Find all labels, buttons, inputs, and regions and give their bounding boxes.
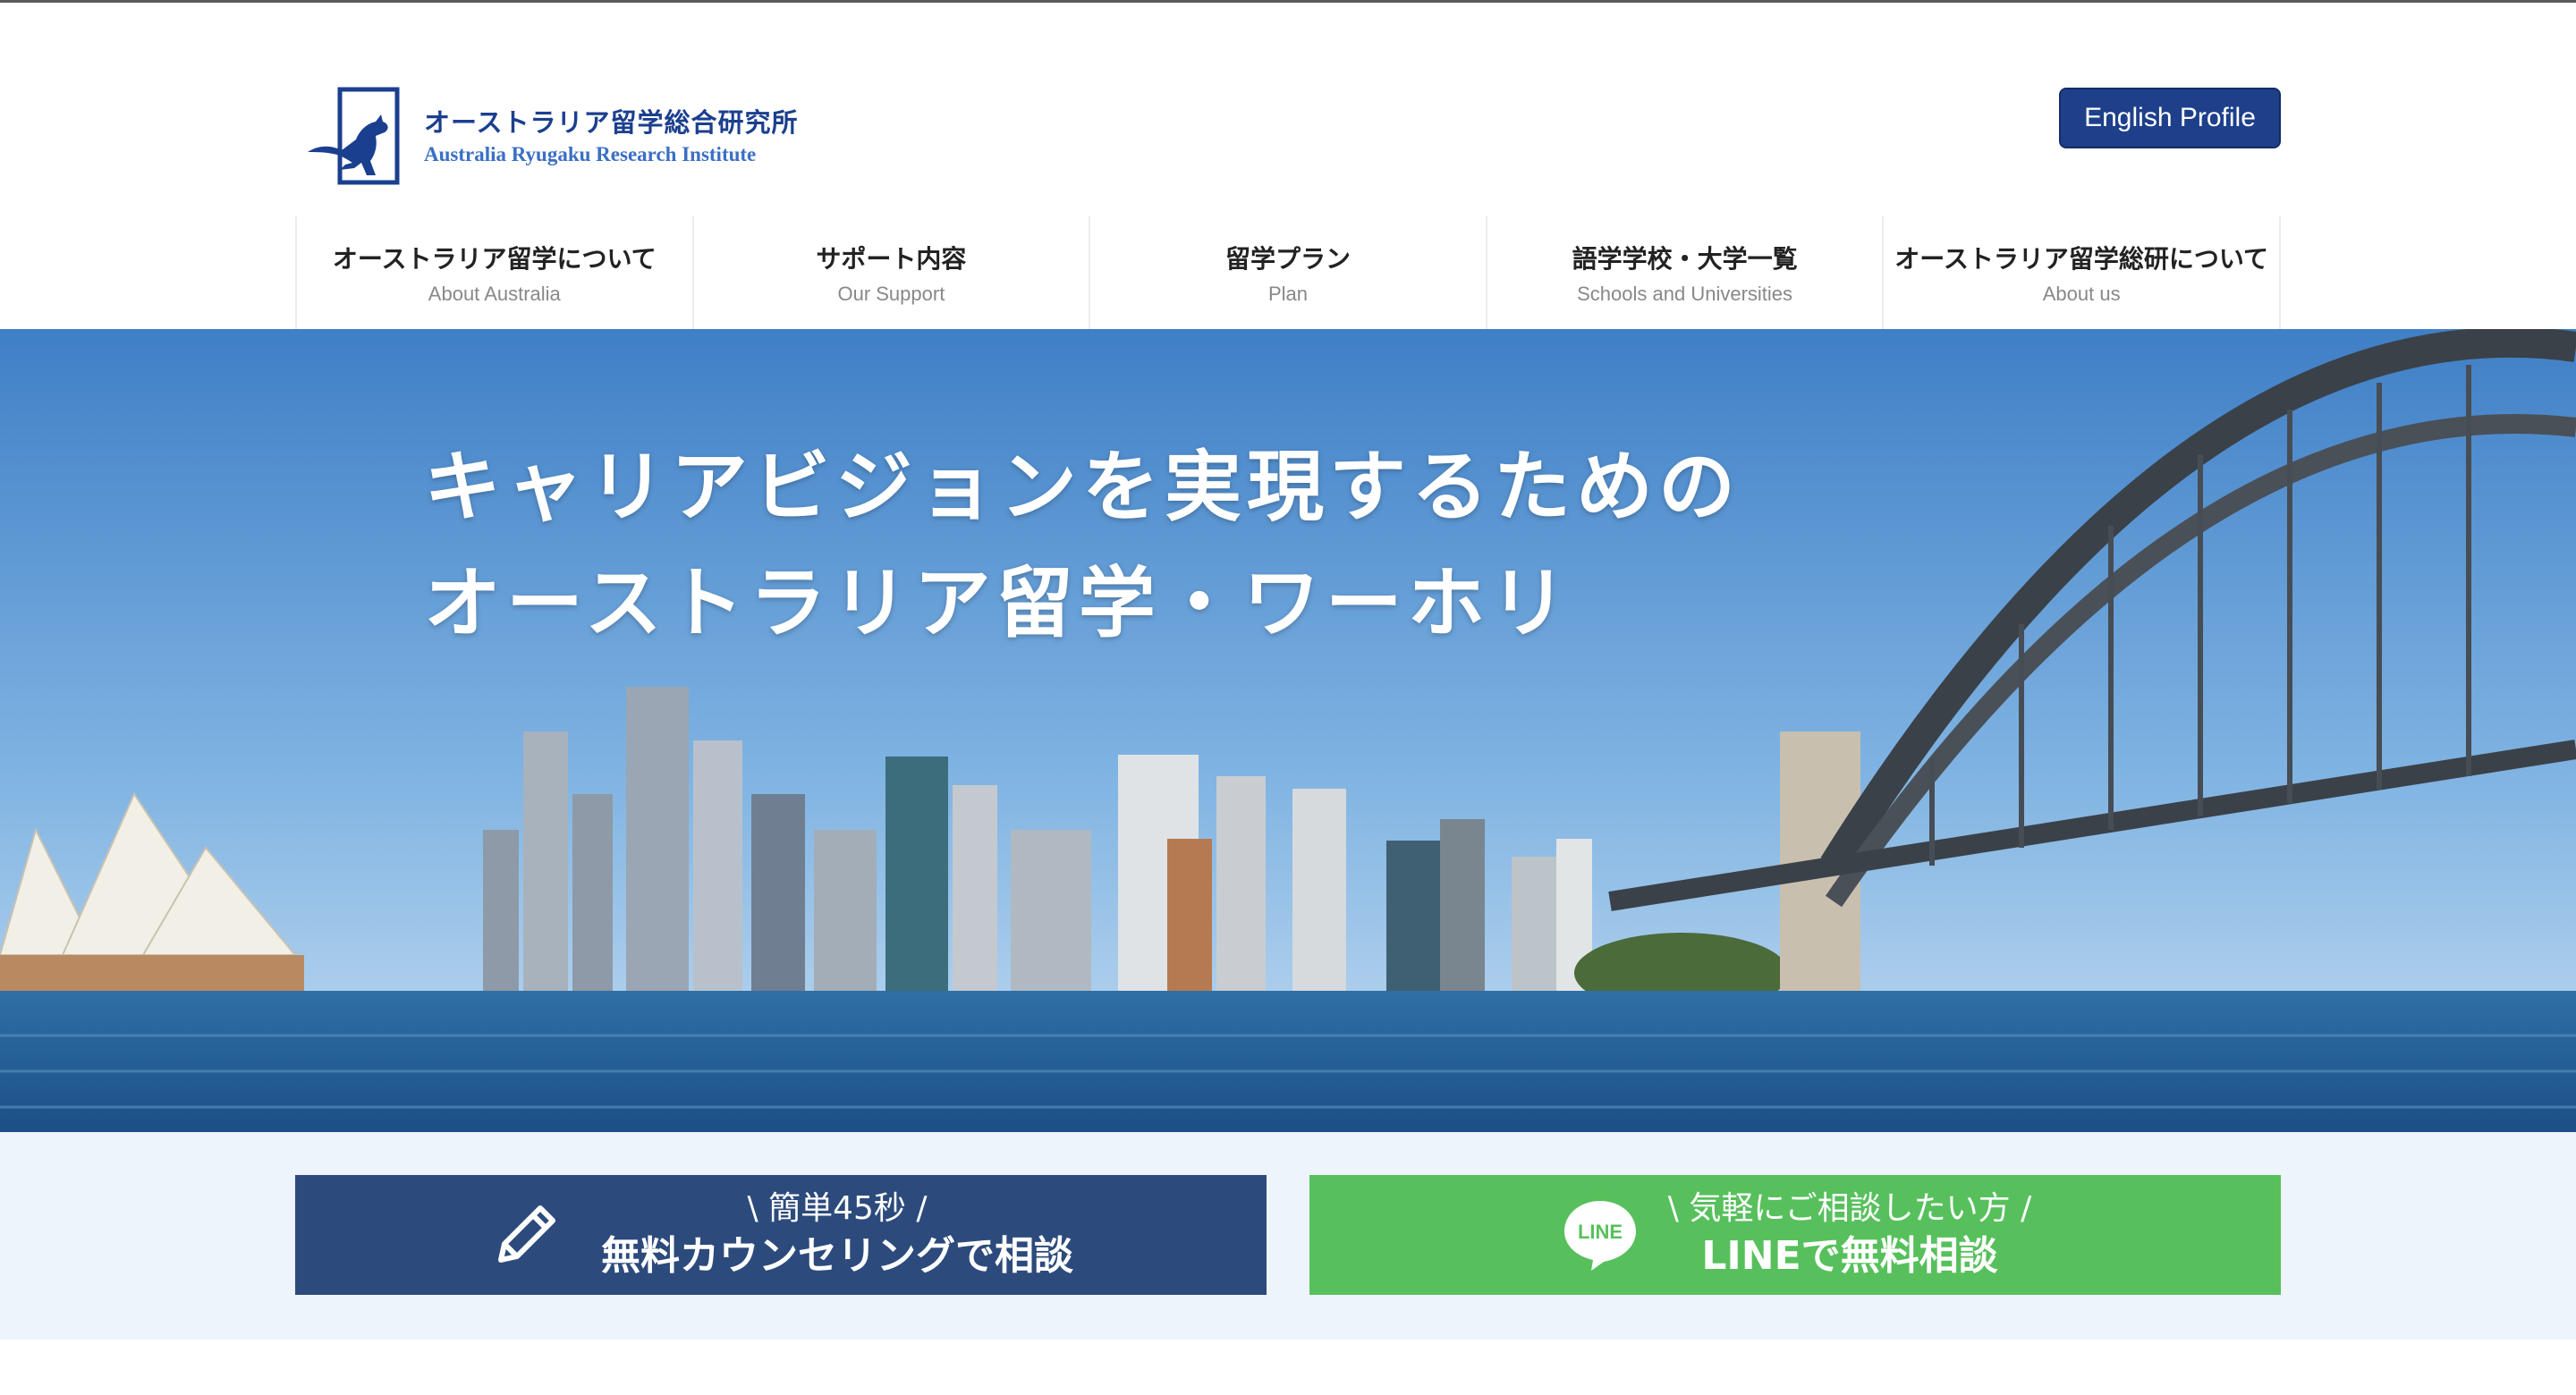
nav-item-schools[interactable]: 語学学校・大学一覧 Schools and Universities <box>1485 216 1883 329</box>
site-logo[interactable]: オーストラリア留学総合研究所 Australia Ryugaku Researc… <box>304 86 805 190</box>
kangaroo-logo-icon <box>308 87 400 185</box>
line-icon: LINE <box>1563 1201 1636 1271</box>
nav-label-jp: サポート内容 <box>816 244 967 274</box>
logo-title-jp: オーストラリア留学総合研究所 <box>424 107 799 138</box>
pencil-icon <box>498 1205 555 1263</box>
line-icon-text: LINE <box>1578 1221 1623 1243</box>
logo-title-en: Australia Ryugaku Research Institute <box>424 143 757 165</box>
cta-counseling-main: 無料カウンセリングで相談 <box>601 1233 1073 1279</box>
english-profile-button[interactable]: English Profile <box>2059 88 2281 148</box>
hero-line-1: キャリアビジョンを実現するための <box>424 443 1741 532</box>
nav-label-en: About Australia <box>428 283 561 305</box>
hero-line-2: オーストラリア留学・ワーホリ <box>424 559 1572 648</box>
free-counseling-button[interactable]: \ 簡単45秒 / 無料カウンセリングで相談 <box>295 1175 1267 1295</box>
nav-label-jp: オーストラリア留学について <box>332 244 657 274</box>
site-header: オーストラリア留学総合研究所 Australia Ryugaku Researc… <box>0 0 2576 329</box>
nav-label-en: About us <box>2042 283 2121 305</box>
nav-item-about-us[interactable]: オーストラリア留学総研について About us <box>1882 216 2281 329</box>
nav-item-plan[interactable]: 留学プラン Plan <box>1089 216 1486 329</box>
main-nav: オーストラリア留学について About Australia サポート内容 Our… <box>295 216 2281 329</box>
nav-label-jp: 留学プラン <box>1224 244 1351 274</box>
line-consult-button[interactable]: LINE \ 気軽にご相談したい方 / LINEで無料相談 <box>1309 1175 2281 1295</box>
nav-item-about-australia[interactable]: オーストラリア留学について About Australia <box>295 216 692 329</box>
nav-label-en: Schools and Universities <box>1577 283 1793 305</box>
nav-label-en: Our Support <box>837 283 945 305</box>
hero-headline: キャリアビジョンを実現するための オーストラリア留学・ワーホリ <box>424 429 1741 662</box>
hero-banner: キャリアビジョンを実現するための オーストラリア留学・ワーホリ <box>0 329 2576 1132</box>
cta-counseling-sub: \ 簡単45秒 / <box>747 1190 928 1227</box>
nav-label-jp: 語学学校・大学一覧 <box>1572 244 1798 274</box>
cta-line-main: LINEで無料相談 <box>1701 1233 1998 1279</box>
nav-item-our-support[interactable]: サポート内容 Our Support <box>691 216 1089 329</box>
cta-line-sub: \ 気軽にご相談したい方 / <box>1667 1190 2032 1227</box>
nav-label-jp: オーストラリア留学総研について <box>1894 244 2269 274</box>
nav-label-en: Plan <box>1267 283 1308 305</box>
cta-section: \ 簡単45秒 / 無料カウンセリングで相談 LINE \ 気軽にご相談したい方… <box>0 1132 2576 1340</box>
